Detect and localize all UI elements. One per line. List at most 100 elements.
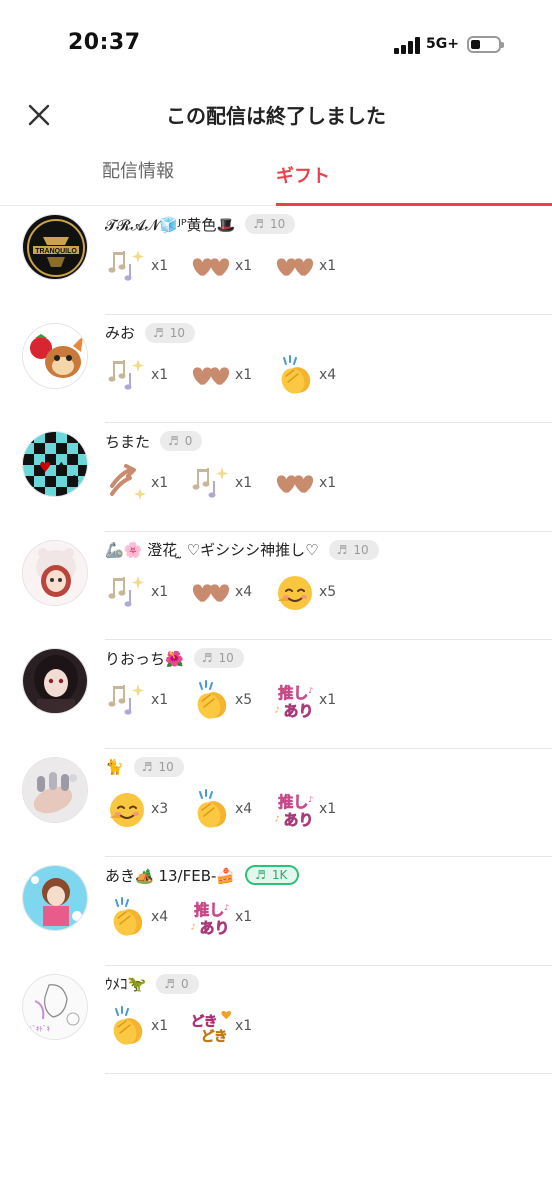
level-badge: ♬ 10 — [193, 648, 244, 668]
level-badge: ♬ 0 — [160, 431, 203, 451]
gift-list-item[interactable]: あき🏕️ 13/FEB-🍰 ♬ 1K x4 推し あり ♪ ♪ x1 — [0, 857, 552, 966]
music-notes-sparkle-icon — [105, 353, 149, 397]
gift-list-item[interactable]: ♥ ♠ ♣ ちまた ♬ 0 x1 x1 x1 — [0, 423, 552, 532]
clapping-hands-icon — [105, 895, 149, 939]
gift-item: x1 — [189, 244, 273, 288]
clapping-hands-icon — [189, 787, 233, 831]
gift-item: x1 — [105, 678, 189, 722]
gift-count: x1 — [151, 583, 169, 600]
signal-strength-icon — [394, 36, 422, 54]
music-notes-sparkle-icon — [105, 570, 149, 614]
svg-text:あり: あり — [284, 702, 314, 720]
avatar[interactable] — [22, 756, 88, 823]
tab-bar: 配信情報 ギフト — [0, 148, 552, 206]
avatar[interactable] — [22, 539, 88, 606]
avatar[interactable]: TRANQUILO — [22, 214, 88, 280]
avatar[interactable] — [22, 648, 88, 714]
page-title: この配信は終了しました — [166, 104, 386, 128]
hearts-icon — [189, 570, 233, 614]
header: この配信は終了しました — [0, 90, 552, 140]
gift-count: x1 — [319, 258, 337, 274]
tab-stream-info[interactable]: 配信情報 — [0, 148, 276, 206]
gift-item: x1 — [105, 244, 189, 288]
avatar[interactable] — [22, 865, 88, 931]
svg-text:推し: 推し — [278, 793, 308, 811]
gift-count: x1 — [235, 1017, 253, 1034]
gift-item: 推し あり ♪ ♪ x1 — [189, 895, 273, 939]
svg-text:♪: ♪ — [308, 794, 313, 803]
level-value: 1K — [271, 868, 288, 882]
level-value: 10 — [158, 759, 174, 774]
gift-item: どき どき x1 — [189, 1004, 273, 1048]
hearts-icon — [273, 461, 317, 505]
user-name: あき🏕️ 13/FEB-🍰 — [105, 866, 236, 885]
user-name-line: 🐈 ♬ 10 — [105, 755, 184, 779]
level-badge: ♬ 10 — [328, 539, 379, 560]
hearts-icon — [273, 244, 317, 288]
svg-text:どき: どき — [201, 1029, 228, 1045]
gift-summary: x1 x1 x1 — [105, 244, 357, 288]
gift-item: x1 — [105, 1004, 189, 1048]
svg-text:TRANQUILO: TRANQUILO — [35, 248, 77, 255]
gift-item: x1 — [105, 570, 189, 614]
oshi-ari-text-icon: 推し あり ♪ ♪ — [273, 787, 317, 831]
gift-list-item[interactable]: みお ♬ 10 x1 x1 x4 — [0, 315, 552, 424]
gift-item: x5 — [189, 678, 273, 722]
level-badge: ♬ 0 — [156, 973, 199, 994]
music-note-icon: ♬ — [141, 759, 153, 774]
level-value: 10 — [218, 651, 234, 665]
gift-summary: x1 x4 x5 — [105, 570, 357, 614]
svg-text:♪: ♪ — [275, 705, 280, 714]
user-name: ｳﾒｺ🦖 — [105, 975, 147, 993]
gift-item: 推し あり ♪ ♪ x1 — [273, 678, 357, 722]
gift-count: x1 — [319, 475, 337, 491]
user-name: 🐈 — [105, 757, 124, 776]
level-value: 0 — [180, 976, 189, 991]
gift-item: x1 — [105, 353, 189, 397]
user-name: みお — [105, 324, 136, 342]
user-name-line: 𝓣𝓡𝓐𝓝🧊ᴶᴾ黄色🎩 ♬ 10 — [105, 212, 296, 236]
music-notes-sparkle-icon — [105, 244, 149, 288]
svg-text:♣: ♣ — [69, 473, 80, 487]
gift-list-item[interactable]: 🦾🌸 澄花 ̫ ♡ギシシシ神推し♡ ♬ 10 x1 x4 x5 — [0, 532, 552, 641]
smiling-face-icon — [105, 787, 149, 831]
gift-count: x1 — [151, 258, 169, 274]
gift-list-item[interactable]: りおっち🌺 ♬ 10 x1 x5 推し あり ♪ ♪ x1 — [0, 640, 552, 749]
gift-count: x1 — [151, 1017, 169, 1034]
svg-text:♥: ♥ — [39, 460, 52, 476]
gift-item: x1 — [189, 353, 273, 397]
gift-list-item[interactable]: TRANQUILO 𝓣𝓡𝓐𝓝🧊ᴶᴾ黄色🎩 ♬ 10 x1 x1 x1 — [0, 206, 552, 315]
gift-summary: x1 どき どき x1 — [105, 1004, 273, 1048]
svg-text:推し: 推し — [194, 901, 224, 919]
gift-summary: x3 x4 推し あり ♪ ♪ x1 — [105, 787, 357, 831]
svg-text:ﾄﾞｷﾄﾞｷ: ﾄﾞｷﾄﾞｷ — [29, 1025, 50, 1033]
user-name-line: 🦾🌸 澄花 ̫ ♡ギシシシ神推し♡ ♬ 10 — [105, 538, 379, 562]
user-name-line: あき🏕️ 13/FEB-🍰 ♬ 1K — [105, 863, 300, 887]
oshi-ari-text-icon: 推し あり ♪ ♪ — [189, 895, 233, 939]
gift-summary: x1 x1 x1 — [105, 461, 357, 505]
avatar[interactable]: ﾄﾞｷﾄﾞｷ — [22, 973, 88, 1040]
gift-summary: x1 x1 x4 — [105, 353, 357, 397]
dokidoki-text-icon: どき どき — [189, 1004, 233, 1048]
avatar[interactable]: ♥ ♠ ♣ — [22, 431, 88, 497]
gift-list-item[interactable]: ﾄﾞｷﾄﾞｷ ｳﾒｺ🦖 ♬ 0 x1 どき どき x1 — [0, 966, 552, 1075]
svg-text:どき: どき — [191, 1014, 218, 1030]
level-badge: ♬ 10 — [133, 756, 184, 777]
svg-text:♪: ♪ — [191, 922, 196, 931]
hearts-icon — [189, 353, 233, 397]
svg-text:♪: ♪ — [275, 814, 280, 823]
music-note-icon: ♬ — [255, 868, 266, 882]
gift-item: 推し あり ♪ ♪ x1 — [273, 787, 357, 831]
network-type: 5G+ — [426, 36, 459, 52]
user-name-line: ちまた ♬ 0 — [105, 429, 203, 453]
svg-text:♪: ♪ — [224, 903, 229, 912]
music-note-icon: ♬ — [164, 976, 175, 991]
avatar[interactable] — [22, 322, 88, 389]
music-notes-sparkle-icon — [189, 461, 233, 505]
status-bar: 20:37 5G+ — [0, 0, 552, 90]
gift-summary: x1 x5 推し あり ♪ ♪ x1 — [105, 678, 357, 722]
gift-list-item[interactable]: 🐈 ♬ 10 x3 x4 推し あり ♪ ♪ x1 — [0, 749, 552, 858]
status-time: 20:37 — [68, 30, 141, 55]
tab-gifts[interactable]: ギフト — [276, 148, 360, 206]
level-value: 10 — [169, 325, 186, 340]
